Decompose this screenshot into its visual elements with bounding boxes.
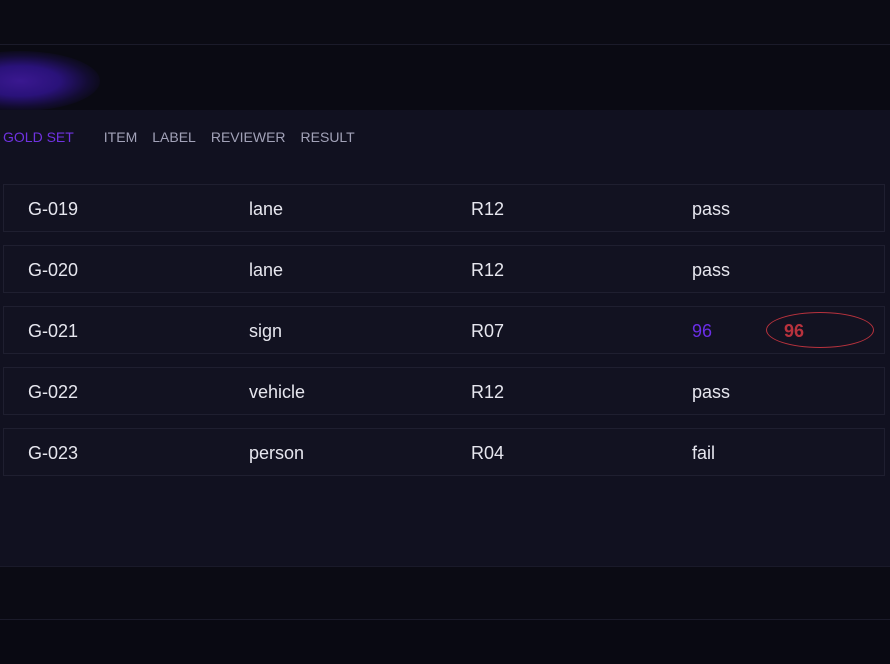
reviewer-value: R04 [471, 443, 505, 463]
table-row[interactable]: G-019 lane R12 pass [3, 184, 885, 232]
score-badge-value: 96 [784, 321, 805, 341]
table-row[interactable]: G-021 sign R07 96 96 [3, 306, 885, 354]
score-badge: 96 [766, 312, 874, 348]
column-header-label[interactable]: LABEL [152, 129, 196, 145]
top-bar [0, 0, 890, 45]
result-value: pass [692, 199, 731, 219]
result-value: pass [692, 382, 731, 402]
section-title: GOLD SET [3, 129, 74, 145]
column-header-item[interactable]: ITEM [104, 129, 137, 145]
reviewer-value: R12 [471, 382, 505, 402]
page: GOLD SET ITEM LABEL REVIEWER RESULT G-01… [0, 0, 890, 664]
label-value: lane [249, 199, 284, 219]
gold-set-rows: G-019 lane R12 pass G-020 lane R12 pass … [3, 184, 887, 489]
hero-glow [0, 51, 100, 110]
column-header-result[interactable]: RESULT [301, 129, 355, 145]
gold-set-panel: GOLD SET ITEM LABEL REVIEWER RESULT G-01… [0, 110, 890, 567]
table-row[interactable]: G-022 vehicle R12 pass [3, 367, 885, 415]
item-id: G-019 [28, 199, 79, 219]
label-value: sign [249, 321, 283, 341]
reviewer-value: R07 [471, 321, 505, 341]
footer [0, 620, 890, 664]
column-headers: ITEM LABEL REVIEWER RESULT [104, 129, 370, 145]
label-value: vehicle [249, 382, 306, 402]
item-id: G-021 [28, 321, 79, 341]
reviewer-value: R12 [471, 260, 505, 280]
result-score: 96 [692, 321, 713, 341]
label-value: lane [249, 260, 284, 280]
result-value: pass [692, 260, 731, 280]
result-value: fail [692, 443, 716, 463]
item-id: G-022 [28, 382, 79, 402]
bottom-bar [0, 567, 890, 620]
panel-header: GOLD SET ITEM LABEL REVIEWER RESULT [3, 129, 370, 145]
label-value: person [249, 443, 305, 463]
item-id: G-023 [28, 443, 79, 463]
column-header-reviewer[interactable]: REVIEWER [211, 129, 286, 145]
table-row[interactable]: G-020 lane R12 pass [3, 245, 885, 293]
reviewer-value: R12 [471, 199, 505, 219]
hero-band [0, 45, 890, 110]
item-id: G-020 [28, 260, 79, 280]
table-row[interactable]: G-023 person R04 fail [3, 428, 885, 476]
